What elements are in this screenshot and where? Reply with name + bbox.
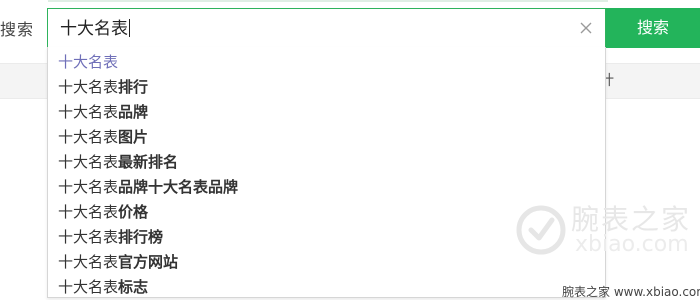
suggestion-item[interactable]: 十大名表排行 [48, 75, 605, 100]
watermark: 腕表之家 xbiao.com [515, 198, 700, 270]
suggestion-item[interactable]: 十大名表 [48, 50, 605, 75]
search-input-value[interactable]: 十大名表 [60, 18, 130, 40]
close-icon[interactable] [577, 19, 595, 37]
search-label: 搜索 [0, 20, 35, 39]
suggestion-item[interactable]: 十大名表最新排名 [48, 150, 605, 175]
top-border-line [48, 0, 608, 2]
search-input[interactable]: 十大名表 [47, 8, 606, 48]
watermark-url: xbiao.com [575, 232, 689, 257]
suggestion-item[interactable]: 十大名表品牌十大名表品牌 [48, 175, 605, 200]
watch-logo-icon [516, 205, 566, 255]
search-button[interactable]: 搜索 [606, 8, 700, 48]
text-caret [129, 19, 130, 37]
suggestion-item[interactable]: 十大名表品牌 [48, 100, 605, 125]
suggestion-item[interactable]: 十大名表标志 [48, 275, 605, 300]
footer-credit: 腕表之家 www.xbiao.com [562, 285, 700, 299]
suggestion-item[interactable]: 十大名表图片 [48, 125, 605, 150]
